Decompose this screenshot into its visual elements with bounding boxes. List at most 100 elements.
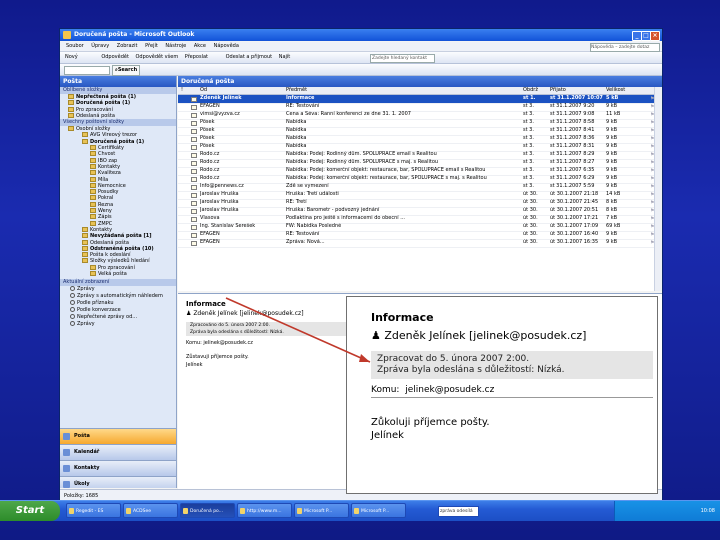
- zoom-body-line2: Jelínek: [371, 430, 404, 441]
- nav-button[interactable]: Pošta: [60, 428, 176, 444]
- module-icon: [63, 449, 70, 456]
- system-tray: 10:08: [614, 501, 720, 521]
- search-button[interactable]: ⌕Search: [112, 65, 141, 76]
- address-toolbar-input[interactable]: zpráva odesílá: [438, 506, 479, 517]
- taskbar-button[interactable]: Microsoft P...: [351, 503, 406, 518]
- contact-search-input[interactable]: Zadejte hledaný kontakt: [370, 54, 435, 63]
- folder-icon: [90, 176, 96, 182]
- radio-icon: [70, 286, 75, 292]
- folder-icon: [90, 145, 96, 151]
- envelope-icon: [191, 193, 197, 198]
- envelope-icon: [191, 121, 197, 126]
- module-icon: [63, 481, 70, 488]
- new-button[interactable]: Nový: [65, 52, 78, 63]
- message-row[interactable]: EFAGEN Zpráva: Nová... út 30. út 30.1.2007 …: [178, 239, 658, 248]
- envelope-icon: [191, 201, 197, 206]
- folder-item[interactable]: Velká pošta: [60, 271, 176, 277]
- column-from[interactable]: Od: [200, 87, 207, 94]
- column-received[interactable]: Přijato: [550, 87, 566, 94]
- nav-button[interactable]: Kontakty: [60, 460, 176, 476]
- envelope-icon: [191, 225, 197, 230]
- folder-icon: [90, 214, 96, 220]
- module-icon: [63, 465, 70, 472]
- item-count: Položky: 1685: [64, 493, 99, 499]
- view-list: Zprávy Zprávy s automatickým náhledem Podl…: [60, 286, 176, 328]
- view-option[interactable]: Zprávy: [60, 321, 176, 328]
- start-button[interactable]: Start: [0, 501, 60, 521]
- standard-toolbar: Nový Odpovědět Odpovědět všem Přeposlat …: [60, 52, 662, 64]
- envelope-icon: [191, 105, 197, 110]
- zoom-callout: Informace ♟ Zdeněk Jelínek [jelinek@posu…: [346, 296, 658, 494]
- column-subject[interactable]: Předmět: [286, 87, 307, 94]
- taskbar: Start Regedit - ES ACDSee Doručená po... ht…: [0, 500, 720, 521]
- folder-icon: [82, 138, 88, 144]
- folder-icon: [90, 264, 96, 270]
- column-size[interactable]: Velikost: [606, 87, 625, 94]
- folder-icon: [68, 94, 74, 99]
- recipient-line: Komu: jelinek@posudek.cz: [186, 340, 253, 346]
- folder-icon: [90, 170, 96, 176]
- envelope-icon: [191, 129, 197, 134]
- folder-icon: [82, 245, 88, 251]
- folder-icon: [90, 151, 96, 157]
- menu-help[interactable]: Nápověda: [214, 42, 239, 51]
- menu-bar: Soubor Úpravy Zobrazit Přejít Nástroje A…: [60, 42, 662, 52]
- envelope-icon: [191, 177, 197, 182]
- zoom-subject: Informace: [371, 311, 434, 324]
- folder-icon: [90, 182, 96, 188]
- zoom-info-bar: Zpracovat do 5. února 2007 2:00. Zpráva …: [371, 351, 653, 379]
- message-body-line2: Jelínek: [186, 362, 203, 368]
- zoom-recipient-line: Komu: jelinek@posudek.cz: [371, 385, 653, 398]
- envelope-icon: [191, 153, 197, 158]
- taskbar-button[interactable]: Microsoft P...: [294, 503, 349, 518]
- column-importance[interactable]: !: [181, 87, 183, 94]
- forward-button[interactable]: Přeposlat: [185, 52, 208, 63]
- help-input[interactable]: Nápověda – zadejte dotaz: [590, 43, 660, 52]
- menu-edit[interactable]: Úpravy: [91, 42, 109, 51]
- menu-file[interactable]: Soubor: [66, 42, 84, 51]
- folder-icon: [90, 195, 96, 201]
- message-body-line1: Zůstavuji příjemce pošty.: [186, 354, 249, 360]
- quick-search-input[interactable]: [64, 66, 110, 75]
- taskbar-button[interactable]: ACDSee: [123, 503, 178, 518]
- column-received-short[interactable]: Obdrž: [523, 87, 538, 94]
- folder-icon: [90, 163, 96, 169]
- taskbar-button[interactable]: http://www.m...: [237, 503, 292, 518]
- taskbar-button[interactable]: Doručená po...: [180, 503, 235, 518]
- folder-icon: [82, 233, 88, 239]
- favorites-list: Nepřečtená pošta (1) Doručená pošta (1) Pr…: [60, 94, 176, 119]
- radio-icon: [70, 307, 75, 313]
- clock: 10:08: [700, 508, 715, 514]
- reply-button[interactable]: Odpovědět: [101, 52, 129, 63]
- menu-go[interactable]: Přejít: [145, 42, 158, 51]
- menu-tools[interactable]: Nástroje: [165, 42, 186, 51]
- folder-icon: [90, 157, 96, 163]
- window-title: Doručená pošta - Microsoft Outlook: [74, 31, 195, 38]
- folder-icon: [68, 112, 74, 118]
- envelope-icon: [191, 145, 197, 150]
- list-scrollbar[interactable]: [654, 87, 662, 291]
- send-receive-button[interactable]: Odeslat a přijmout: [226, 52, 273, 63]
- folder-icon: [68, 100, 74, 106]
- envelope-icon: [191, 185, 197, 190]
- folder-icon: [82, 252, 88, 258]
- taskbar-button[interactable]: Regedit - ES: [66, 503, 121, 518]
- nav-button[interactable]: Kalendář: [60, 444, 176, 460]
- close-button[interactable]: ×: [650, 31, 660, 41]
- nav-buttons: Pošta Kalendář Kontakty Úkoly: [60, 428, 176, 488]
- outlook-icon: [63, 31, 71, 39]
- favorites-header[interactable]: Oblíbené složky: [60, 87, 176, 94]
- message-rows: Zdeněk Jelínek Informace st 1. st 31.1.2007…: [178, 95, 658, 291]
- title-bar[interactable]: Doručená pošta - Microsoft Outlook _ □ ×: [60, 29, 662, 41]
- reply-all-button[interactable]: Odpovědět všem: [136, 52, 179, 63]
- folder-icon: [82, 132, 88, 138]
- menu-actions[interactable]: Akce: [194, 42, 206, 51]
- message-list-pane: Doručená pošta ! Od Předmět Obdrž Přijat…: [178, 76, 662, 291]
- radio-icon: [70, 300, 75, 306]
- envelope-icon: [191, 161, 197, 166]
- view-option[interactable]: Podle příznaku: [60, 300, 176, 307]
- find-button[interactable]: Najít: [279, 52, 291, 63]
- nav-button[interactable]: Úkoly: [60, 476, 176, 488]
- menu-view[interactable]: Zobrazit: [117, 42, 138, 51]
- search-toolbar: ⌕Search: [60, 64, 662, 76]
